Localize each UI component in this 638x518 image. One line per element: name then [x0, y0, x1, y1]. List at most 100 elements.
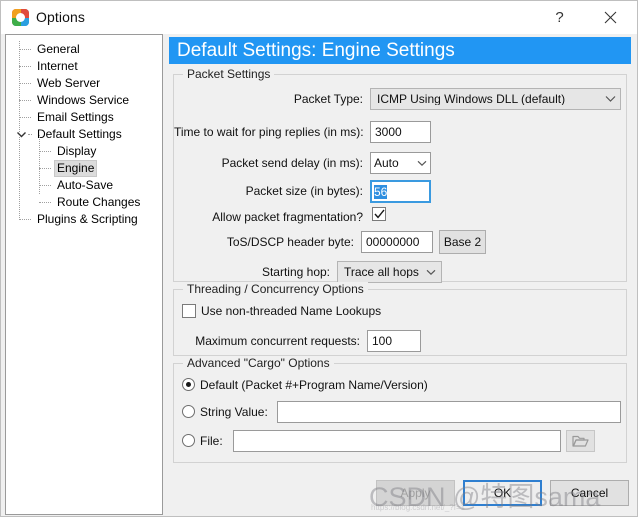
ok-button[interactable]: OK [463, 480, 542, 506]
sidebar-item-display[interactable]: Display [6, 143, 162, 160]
sidebar-item-label: General [37, 42, 80, 56]
max-requests-input[interactable]: 100 [367, 330, 421, 352]
checkmark-icon [374, 209, 385, 219]
folder-open-icon [572, 435, 589, 447]
tos-input[interactable]: 00000000 [361, 231, 433, 253]
sidebar-item-label: Default Settings [37, 127, 122, 141]
starting-hop-select[interactable]: Trace all hops [337, 261, 442, 283]
chevron-down-icon [600, 95, 620, 103]
packet-settings-group-title: Packet Settings [183, 67, 275, 81]
wait-time-label: Time to wait for ping replies (in ms): [174, 125, 364, 139]
non-threaded-lookups-label: Use non-threaded Name Lookups [201, 304, 382, 318]
tree-spine [19, 41, 20, 220]
ok-button-label: OK [493, 486, 512, 500]
sidebar-item-label: Display [57, 144, 97, 158]
tree-connector [19, 49, 31, 50]
tos-label: ToS/DSCP header byte: [226, 235, 354, 249]
options-dialog-window: Options ? General Internet Web Server Windo… [0, 0, 638, 517]
cargo-string-input[interactable] [277, 401, 621, 423]
sidebar-item-web-server[interactable]: Web Server [6, 75, 162, 92]
tree-connector [28, 134, 32, 135]
fragmentation-checkbox[interactable] [372, 207, 386, 221]
threading-group-title: Threading / Concurrency Options [183, 282, 368, 296]
packet-type-value: ICMP Using Windows DLL (default) [377, 93, 566, 105]
cargo-file-radio[interactable] [182, 434, 195, 447]
sidebar-item-label: Email Settings [37, 110, 114, 124]
packet-size-value: 56 [374, 184, 388, 199]
tree-connector [39, 151, 51, 152]
wait-time-value: 3000 [375, 125, 402, 139]
title-bar: Options ? [1, 1, 637, 34]
help-button[interactable]: ? [537, 1, 582, 33]
non-threaded-lookups-checkbox[interactable] [182, 304, 196, 318]
sidebar-item-label: Route Changes [57, 195, 141, 209]
cargo-file-browse-button[interactable] [566, 430, 595, 452]
cargo-options-group: Advanced "Cargo" Options Default (Packet… [173, 356, 627, 463]
sidebar-item-label: Windows Service [37, 93, 130, 107]
packet-size-input[interactable]: 56 [370, 180, 431, 203]
send-delay-value: Auto [374, 157, 399, 169]
cargo-default-label: Default (Packet #+Program Name/Version) [200, 378, 428, 392]
apply-button[interactable]: Apply [376, 480, 455, 506]
starting-hop-label: Starting hop: [261, 265, 330, 279]
chevron-down-icon [414, 160, 430, 167]
tree-spine [39, 135, 40, 194]
packet-type-label: Packet Type: [293, 92, 363, 106]
tree-connector [39, 168, 51, 169]
sidebar-item-route-changes[interactable]: Route Changes [6, 194, 162, 211]
base-toggle-label: Base 2 [443, 235, 482, 249]
cargo-string-label: String Value: [200, 405, 268, 419]
wait-time-input[interactable]: 3000 [370, 121, 431, 143]
window-title: Options [36, 9, 85, 25]
send-delay-label: Packet send delay (in ms): [221, 156, 363, 170]
send-delay-select[interactable]: Auto [370, 152, 431, 174]
fragmentation-label: Allow packet fragmentation? [212, 210, 363, 224]
tree-connector [19, 219, 31, 220]
tree-connector [19, 100, 31, 101]
question-mark-icon: ? [555, 8, 564, 26]
starting-hop-value: Trace all hops [344, 266, 419, 278]
close-button[interactable] [588, 1, 633, 33]
engine-settings-panel: Default Settings: Engine Settings Packet… [169, 37, 631, 467]
sidebar-item-windows-service[interactable]: Windows Service [6, 92, 162, 109]
sidebar-item-label: Engine [54, 160, 98, 177]
packet-size-label: Packet size (in bytes): [245, 184, 363, 198]
tree-connector [19, 117, 31, 118]
cargo-options-group-title: Advanced "Cargo" Options [183, 356, 334, 370]
options-app-icon [12, 9, 29, 26]
sidebar-item-internet[interactable]: Internet [6, 58, 162, 75]
max-requests-value: 100 [372, 334, 393, 348]
close-icon [604, 11, 617, 23]
tree-connector [39, 185, 51, 186]
chevron-down-icon [421, 269, 441, 276]
sidebar-item-auto-save[interactable]: Auto-Save [6, 177, 162, 194]
cancel-button[interactable]: Cancel [550, 480, 629, 506]
sidebar-item-email-settings[interactable]: Email Settings [6, 109, 162, 126]
tree-connector [19, 66, 31, 67]
cargo-file-input[interactable] [233, 430, 561, 452]
sidebar-item-label: Auto-Save [57, 178, 114, 192]
tree-connector [19, 83, 31, 84]
sidebar-item-plugins-scripting[interactable]: Plugins & Scripting [6, 211, 162, 228]
threading-group: Threading / Concurrency Options Use non-… [173, 282, 627, 356]
sidebar-item-label: Web Server [37, 76, 101, 90]
page-title-banner: Default Settings: Engine Settings [169, 37, 631, 64]
settings-tree[interactable]: General Internet Web Server Windows Service… [5, 34, 163, 515]
apply-button-label: Apply [400, 486, 431, 500]
chevron-down-icon[interactable] [16, 129, 27, 140]
cancel-button-label: Cancel [570, 486, 609, 500]
cargo-string-radio[interactable] [182, 405, 195, 418]
radio-dot [186, 382, 191, 387]
packet-settings-group: Packet Settings Packet Type: ICMP Using … [173, 67, 627, 283]
packet-type-select[interactable]: ICMP Using Windows DLL (default) [370, 88, 621, 110]
sidebar-item-label: Plugins & Scripting [37, 212, 138, 226]
sidebar-item-general[interactable]: General [6, 41, 162, 58]
cargo-file-label: File: [200, 434, 223, 448]
tos-value: 00000000 [366, 235, 420, 249]
sidebar-item-label: Internet [37, 59, 78, 73]
sidebar-item-engine[interactable]: Engine [6, 160, 162, 177]
max-requests-label: Maximum concurrent requests: [195, 334, 360, 348]
base-toggle-button[interactable]: Base 2 [439, 230, 486, 254]
sidebar-item-default-settings[interactable]: Default Settings [6, 126, 162, 143]
cargo-default-radio[interactable] [182, 378, 195, 391]
